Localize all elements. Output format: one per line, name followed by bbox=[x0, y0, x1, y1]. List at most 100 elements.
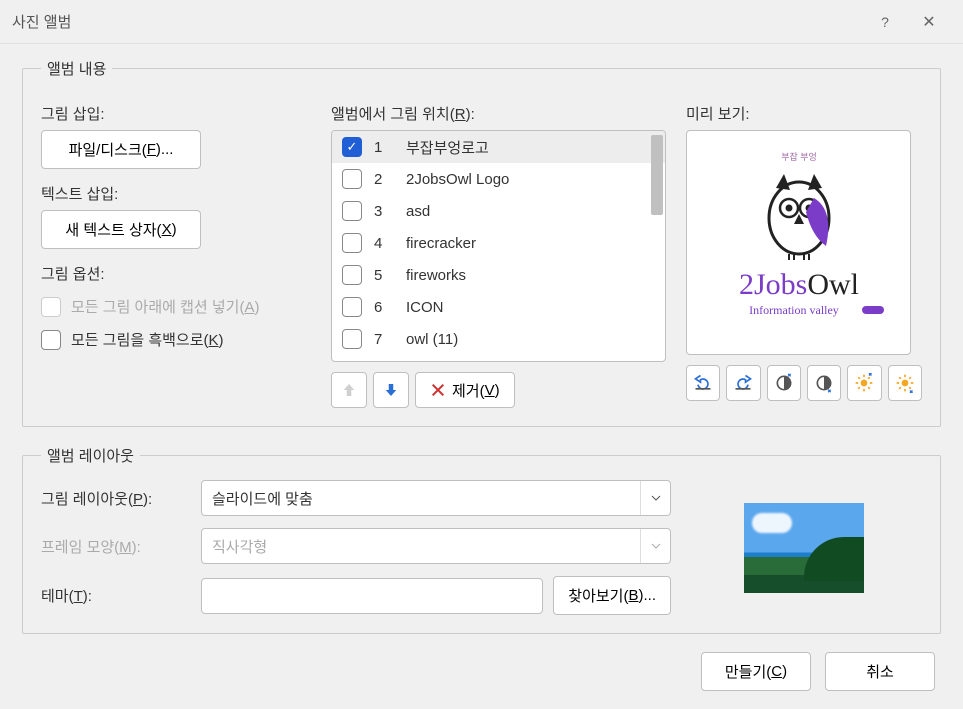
list-item-number: 2 bbox=[374, 171, 394, 188]
scroll-thumb[interactable] bbox=[651, 135, 663, 215]
remove-x-icon bbox=[430, 382, 446, 398]
remove-button[interactable]: 제거(V) bbox=[415, 372, 515, 408]
brightness-down-icon bbox=[895, 373, 915, 393]
layout-preview-thumb bbox=[744, 503, 864, 593]
help-button[interactable]: ? bbox=[863, 6, 907, 38]
preview-column: 미리 보기: 부잡 부엉 bbox=[686, 93, 922, 408]
list-item-checkbox[interactable] bbox=[342, 297, 362, 317]
picture-options-label: 그림 옵션: bbox=[41, 263, 311, 284]
list-item[interactable]: ✓ 1 부잡부엉로고 bbox=[332, 131, 665, 163]
list-item-number: 6 bbox=[374, 299, 394, 316]
list-item-name: firecracker bbox=[406, 235, 655, 252]
list-item-number: 4 bbox=[374, 235, 394, 252]
picture-listbox[interactable]: ✓ 1 부잡부엉로고 2 2JobsOwl Logo 3 asd 4 firecracker 5f… bbox=[331, 130, 666, 362]
rotate-right-icon bbox=[733, 373, 753, 393]
contrast-up-icon bbox=[774, 373, 794, 393]
move-down-button[interactable] bbox=[373, 372, 409, 408]
album-layout-group: 앨범 레이아웃 그림 레이아웃(P): 슬라이드에 맞춤 프레임 모양(M): … bbox=[22, 445, 941, 634]
album-content-legend: 앨범 내용 bbox=[41, 58, 112, 79]
close-icon: ✕ bbox=[922, 12, 935, 32]
listbox-items: ✓ 1 부잡부엉로고 2 2JobsOwl Logo 3 asd 4 firecracker 5f… bbox=[332, 131, 665, 355]
insert-text-label: 텍스트 삽입: bbox=[41, 183, 311, 204]
insert-column: 그림 삽입: 파일/디스크(F)... 텍스트 삽입: 새 텍스트 상자(X) … bbox=[41, 93, 311, 408]
preview-tool-row bbox=[686, 365, 922, 401]
list-item[interactable]: 5 fireworks bbox=[332, 259, 665, 291]
brightness-down-button[interactable] bbox=[888, 365, 922, 401]
insert-picture-label: 그림 삽입: bbox=[41, 103, 311, 124]
list-item-name: asd bbox=[406, 203, 655, 220]
theme-input[interactable] bbox=[201, 578, 543, 614]
svg-text:부잡 부엉: 부잡 부엉 bbox=[781, 151, 817, 162]
list-item-name: 2JobsOwl Logo bbox=[406, 171, 655, 188]
bw-checkbox-label: 모든 그림을 흑백으로(K) bbox=[71, 329, 224, 350]
dialog-footer: 만들기(C) 취소 bbox=[22, 652, 941, 691]
position-label: 앨범에서 그림 위치(R): bbox=[331, 103, 666, 124]
list-item-checkbox[interactable] bbox=[342, 329, 362, 349]
frame-shape-select: 직사각형 bbox=[201, 528, 671, 564]
position-column: 앨범에서 그림 위치(R): ✓ 1 부잡부엉로고 2 2JobsOwl Logo 3 as… bbox=[331, 93, 666, 408]
caption-checkbox-label: 모든 그림 아래에 캡션 넣기(A) bbox=[71, 296, 259, 317]
list-item-name: ICON bbox=[406, 299, 655, 316]
list-item-checkbox[interactable] bbox=[342, 265, 362, 285]
bw-checkbox[interactable] bbox=[41, 330, 61, 350]
close-button[interactable]: ✕ bbox=[907, 6, 951, 38]
bw-checkbox-row[interactable]: 모든 그림을 흑백으로(K) bbox=[41, 329, 311, 350]
listbox-scrollbar[interactable] bbox=[651, 133, 663, 359]
titlebar: 사진 앨범 ? ✕ bbox=[0, 0, 963, 44]
picture-layout-label: 그림 레이아웃(P): bbox=[41, 488, 187, 509]
caption-checkbox-row: 모든 그림 아래에 캡션 넣기(A) bbox=[41, 296, 311, 317]
list-item-number: 7 bbox=[374, 331, 394, 348]
contrast-up-button[interactable] bbox=[767, 365, 801, 401]
contrast-down-button[interactable] bbox=[807, 365, 841, 401]
dialog-content: 앨범 내용 그림 삽입: 파일/디스크(F)... 텍스트 삽입: 새 텍스트 … bbox=[0, 44, 963, 709]
album-content-group: 앨범 내용 그림 삽입: 파일/디스크(F)... 텍스트 삽입: 새 텍스트 … bbox=[22, 58, 941, 427]
browse-button[interactable]: 찾아보기(B)... bbox=[553, 576, 671, 615]
list-item-number: 3 bbox=[374, 203, 394, 220]
contrast-down-icon bbox=[814, 373, 834, 393]
picture-layout-value: 슬라이드에 맞춤 bbox=[212, 488, 313, 509]
brightness-up-button[interactable] bbox=[847, 365, 881, 401]
arrow-up-icon bbox=[340, 381, 358, 399]
brightness-up-icon bbox=[854, 373, 874, 393]
layout-preview bbox=[685, 503, 922, 593]
list-item-number: 1 bbox=[374, 139, 394, 156]
list-item-checkbox[interactable]: ✓ bbox=[342, 137, 362, 157]
chevron-down-icon bbox=[640, 529, 670, 563]
list-item-name: fireworks bbox=[406, 267, 655, 284]
frame-shape-label: 프레임 모양(M): bbox=[41, 536, 187, 557]
chevron-down-icon bbox=[640, 481, 670, 515]
rotate-right-button[interactable] bbox=[726, 365, 760, 401]
theme-label: 테마(T): bbox=[41, 585, 187, 606]
picture-layout-select[interactable]: 슬라이드에 맞춤 bbox=[201, 480, 671, 516]
list-item-checkbox[interactable] bbox=[342, 233, 362, 253]
create-button[interactable]: 만들기(C) bbox=[701, 652, 811, 691]
list-item-name: owl (11) bbox=[406, 331, 655, 348]
frame-shape-value: 직사각형 bbox=[212, 536, 267, 557]
preview-box: 부잡 부엉 bbox=[686, 130, 911, 355]
help-icon: ? bbox=[881, 14, 889, 30]
new-textbox-button[interactable]: 새 텍스트 상자(X) bbox=[41, 210, 201, 249]
caption-checkbox bbox=[41, 297, 61, 317]
list-tool-row: 제거(V) bbox=[331, 372, 666, 408]
list-item[interactable]: 7 owl (11) bbox=[332, 323, 665, 355]
file-disk-button[interactable]: 파일/디스크(F)... bbox=[41, 130, 201, 169]
list-item[interactable]: 6 ICON bbox=[332, 291, 665, 323]
list-item[interactable]: 4 firecracker bbox=[332, 227, 665, 259]
list-item[interactable]: 3 asd bbox=[332, 195, 665, 227]
preview-label: 미리 보기: bbox=[686, 103, 922, 124]
rotate-left-icon bbox=[693, 373, 713, 393]
rotate-left-button[interactable] bbox=[686, 365, 720, 401]
album-layout-legend: 앨범 레이아웃 bbox=[41, 445, 140, 466]
list-item-checkbox[interactable] bbox=[342, 201, 362, 221]
list-item[interactable]: 2 2JobsOwl Logo bbox=[332, 163, 665, 195]
preview-image: 부잡 부엉 bbox=[694, 138, 904, 348]
svg-text:Information valley: Information valley bbox=[749, 303, 839, 317]
list-item-name: 부잡부엉로고 bbox=[406, 137, 655, 158]
arrow-down-icon bbox=[382, 381, 400, 399]
list-item-number: 5 bbox=[374, 267, 394, 284]
svg-text:2JobsOwl: 2JobsOwl bbox=[738, 268, 858, 301]
list-item-checkbox[interactable] bbox=[342, 169, 362, 189]
window-title: 사진 앨범 bbox=[12, 11, 863, 32]
move-up-button bbox=[331, 372, 367, 408]
cancel-button[interactable]: 취소 bbox=[825, 652, 935, 691]
